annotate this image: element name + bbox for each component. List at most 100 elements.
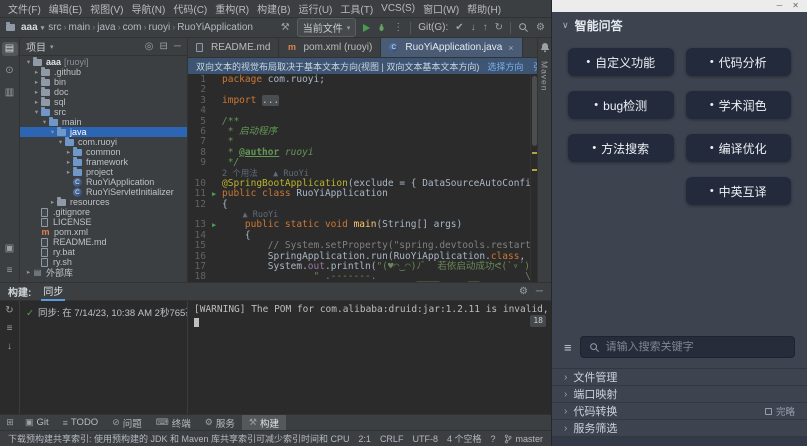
terminal-tool-icon[interactable]: ≡ (2, 264, 18, 278)
project-view-title[interactable]: 项目 (26, 39, 46, 54)
run-tool-icon[interactable]: ▣ (2, 242, 18, 256)
more-actions-icon[interactable]: ⋮ (393, 23, 403, 33)
tool-switcher-icon[interactable]: ⊞ (2, 417, 18, 428)
git-push-icon[interactable]: ↑ (483, 23, 488, 33)
assistant-header[interactable]: ∨ 智能问答 (552, 12, 807, 38)
locate-file-icon[interactable]: ◎ (145, 41, 154, 52)
menu-item[interactable]: 文件(F) (4, 1, 45, 16)
menu-item[interactable]: 视图(V) (86, 1, 127, 16)
close-tab-icon[interactable]: × (508, 43, 513, 53)
menu-item[interactable]: 代码(C) (169, 1, 211, 16)
tree-item-外部库[interactable]: ▸▤外部库 (20, 267, 187, 277)
toolwindow-button-terminal[interactable]: ⌨终端 (149, 415, 198, 430)
scroll-down-icon[interactable]: ↓ (7, 341, 12, 352)
assistant-button-1[interactable]: 自定义功能 (568, 48, 674, 76)
tree-item-aaa[interactable]: ▾aaa[ruoyi] (20, 57, 187, 67)
menu-item[interactable]: VCS(S) (377, 3, 419, 14)
tree-item-.github[interactable]: ▸.github (20, 67, 187, 77)
tree-arrow[interactable]: ▸ (48, 198, 57, 206)
section-row[interactable]: ›代码转换完略 (552, 403, 807, 420)
close-window-icon[interactable]: ✕ (792, 2, 799, 10)
breadcrumb-item[interactable]: RuoYiApplication (177, 22, 253, 33)
menu-item[interactable]: 窗口(W) (419, 1, 463, 16)
commit-tool-icon[interactable]: ⊙ (2, 64, 18, 78)
tree-item-src[interactable]: ▾src (20, 107, 187, 117)
git-update-icon[interactable]: ↓ (471, 23, 476, 33)
toolwindow-button-problems[interactable]: ⊘问题 (105, 415, 149, 430)
tree-item-ruoyiservletinitializer[interactable]: CRuoYiServletInitializer (20, 187, 187, 197)
tree-arrow[interactable]: ▸ (32, 68, 41, 76)
tree-arrow[interactable]: ▸ (64, 168, 73, 176)
tree-arrow[interactable]: ▸ (32, 78, 41, 86)
tree-item-bin[interactable]: ▸bin (20, 77, 187, 87)
assistant-button-2[interactable]: 代码分析 (686, 48, 792, 76)
scrollbar-thumb[interactable] (532, 76, 537, 146)
structure-tool-icon[interactable]: ▥ (2, 86, 18, 100)
menu-item[interactable]: 导航(N) (127, 1, 169, 16)
encoding-widget[interactable]: UTF-8 (412, 434, 438, 444)
git-commit-check-icon[interactable]: ✔ (455, 23, 463, 33)
maven-tool-button[interactable]: Maven (540, 61, 550, 92)
tree-item-resources[interactable]: ▸resources (20, 197, 187, 207)
search-box[interactable] (580, 336, 795, 358)
tree-item-main[interactable]: ▾main (20, 117, 187, 127)
breadcrumb-item[interactable]: main (69, 22, 91, 33)
menu-item[interactable]: 构建(B) (253, 1, 294, 16)
tree-item-framework[interactable]: ▸framework (20, 157, 187, 167)
settings-gear-icon[interactable]: ⚙ (519, 286, 528, 297)
tree-arrow[interactable]: ▾ (48, 128, 57, 136)
tree-arrow[interactable]: ▾ (24, 58, 33, 66)
git-branch-widget[interactable]: master (504, 434, 543, 444)
run-gutter-icon[interactable]: ▶ (212, 220, 222, 230)
run-button[interactable] (363, 24, 370, 32)
tree-item-.gitignore[interactable]: .gitignore (20, 207, 187, 217)
tree-item-sql[interactable]: ▸sql (20, 97, 187, 107)
line-separator-widget[interactable]: CRLF (380, 434, 404, 444)
tree-arrow[interactable]: ▸ (32, 88, 41, 96)
tree-arrow[interactable]: ▾ (32, 108, 41, 116)
tree-item-common[interactable]: ▸common (20, 147, 187, 157)
menu-item[interactable]: 运行(U) (294, 1, 336, 16)
banner-action-link[interactable]: 选择方向 (487, 60, 523, 73)
tree-arrow[interactable]: ▾ (56, 138, 65, 146)
build-status-tree[interactable]: ✓同步: 在 7/14/23, 10:38 AM 2秒765毫秒 (20, 301, 188, 414)
assistant-button-4[interactable]: 学术润色 (686, 91, 792, 119)
tree-item-project[interactable]: ▸project (20, 167, 187, 177)
tree-arrow[interactable]: ▸ (64, 158, 73, 166)
hide-panel-icon[interactable]: ─ (174, 41, 181, 52)
caret-position-widget[interactable]: 2:1 (358, 434, 371, 444)
project-tool-icon[interactable]: ▤ (2, 42, 18, 56)
search-icon[interactable] (518, 22, 529, 33)
menu-item[interactable]: 工具(T) (336, 1, 377, 16)
code-editor[interactable]: 1package com.ruoyi;23import ...45/**6 * … (188, 74, 530, 282)
rerun-icon[interactable]: ↻ (5, 305, 13, 316)
tree-item-license[interactable]: LICENSE (20, 217, 187, 227)
breadcrumb-item[interactable]: src (48, 22, 61, 33)
build-hammer-icon[interactable]: ⚒ (281, 23, 290, 33)
editor-scrollbar[interactable] (530, 74, 537, 282)
notifications-bell-icon[interactable] (540, 42, 550, 53)
breadcrumb-item[interactable]: ruoyi (149, 22, 171, 33)
tree-item-readme.md[interactable]: README.md (20, 237, 187, 247)
editor-tab[interactable]: README.md (188, 38, 279, 57)
assistant-button-6[interactable]: 编译优化 (686, 134, 792, 162)
breadcrumb-item[interactable]: com (123, 22, 142, 33)
tree-item-pom.xml[interactable]: mpom.xml (20, 227, 187, 237)
search-input[interactable] (606, 341, 786, 353)
tree-item-doc[interactable]: ▸doc (20, 87, 187, 97)
editor-tab[interactable]: CRuoYiApplication.java× (381, 38, 522, 57)
tree-arrow[interactable]: ▸ (32, 98, 41, 106)
tree-arrow[interactable]: ▸ (64, 148, 73, 156)
toolwindow-button-git[interactable]: ▣Git (18, 415, 56, 430)
toolwindow-button-todo[interactable]: ≡TODO (56, 415, 106, 430)
section-row[interactable]: ›文件管理 (552, 369, 807, 386)
assistant-button-3[interactable]: bug检测 (568, 91, 674, 119)
project-selector[interactable]: aaa ▾ (6, 22, 44, 33)
editor-tab[interactable]: mpom.xml (ruoyi) (279, 38, 381, 57)
section-extra[interactable]: 完略 (765, 404, 795, 418)
tree-item-ruoyiapplication[interactable]: CRuoYiApplication (20, 177, 187, 187)
settings-gear-icon[interactable]: ⚙ (536, 23, 545, 33)
toolwindow-button-services[interactable]: ⚙服务 (198, 415, 242, 430)
debug-bug-icon[interactable] (377, 23, 386, 32)
readonly-widget[interactable]: ? (490, 434, 495, 444)
